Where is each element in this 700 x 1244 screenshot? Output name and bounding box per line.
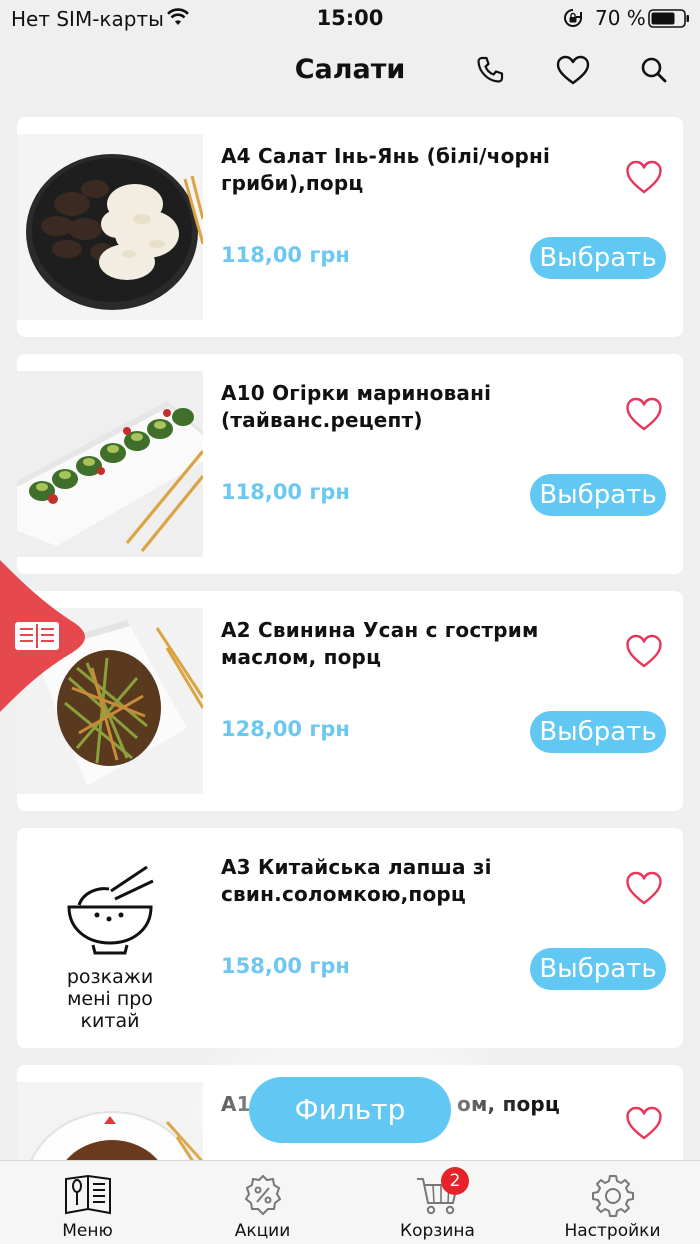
- tab-bar: Меню Акции Корзина Настройки: [0, 1160, 700, 1244]
- tab-label: Акции: [234, 1221, 291, 1241]
- select-button[interactable]: Выбрать: [530, 474, 666, 516]
- tab-settings[interactable]: Настройки: [525, 1161, 700, 1244]
- product-card[interactable]: розкажи мені про китай А3 Китайська лапш…: [17, 828, 683, 1048]
- phone-icon[interactable]: [472, 52, 508, 88]
- product-image: [17, 134, 203, 320]
- product-price: 158,00 грн: [221, 954, 350, 978]
- tab-label: Меню: [62, 1221, 113, 1241]
- product-card[interactable]: А4 Салат Інь-Янь (білі/чорні гриби),порц…: [17, 117, 683, 337]
- menu-book-icon: [64, 1174, 111, 1215]
- select-button[interactable]: Выбрать: [530, 711, 666, 753]
- favorites-heart-icon[interactable]: [555, 52, 591, 88]
- product-card[interactable]: А10 Огірки мариновані (тайванс.рецепт) 1…: [17, 354, 683, 574]
- placeholder-logo: розкажи мені про китай: [17, 845, 203, 1031]
- battery-icon: [648, 9, 689, 28]
- heart-icon[interactable]: [625, 159, 663, 195]
- status-bar: Нет SIM-карты 15:00 70 %: [0, 0, 700, 40]
- rotation-lock-icon: [564, 9, 582, 27]
- logo-line-1: розкажи: [67, 966, 153, 988]
- heart-icon[interactable]: [625, 633, 663, 669]
- tab-label: Корзина: [400, 1221, 475, 1241]
- heart-icon[interactable]: [625, 396, 663, 432]
- product-name: А4 Салат Інь-Янь (білі/чорні гриби),порц: [221, 144, 551, 195]
- book-icon: [15, 622, 59, 650]
- settings-icon: [591, 1175, 634, 1217]
- discount-gear-icon: [244, 1174, 281, 1216]
- cart-badge: 2: [441, 1167, 469, 1195]
- heart-icon[interactable]: [625, 870, 663, 906]
- select-button[interactable]: Выбрать: [530, 237, 666, 279]
- battery-percent: 70 %: [595, 6, 646, 30]
- product-price: 128,00 грн: [221, 717, 350, 741]
- tab-promotions[interactable]: Акции: [175, 1161, 350, 1244]
- catalog-side-tab[interactable]: [0, 560, 86, 712]
- product-card[interactable]: А2 Свинина Усан с гострим маслом, порц 1…: [17, 591, 683, 811]
- page-title: Салати: [294, 54, 406, 85]
- filter-button[interactable]: Фильтр: [249, 1077, 451, 1143]
- product-name: А10 Огірки мариновані (тайванс.рецепт): [221, 381, 492, 432]
- product-image: [17, 371, 203, 557]
- tab-cart[interactable]: Корзина: [350, 1161, 525, 1244]
- product-price: 118,00 грн: [221, 480, 350, 504]
- select-button[interactable]: Выбрать: [530, 948, 666, 990]
- logo-line-3: китай: [81, 1010, 140, 1031]
- logo-line-2: мені про: [67, 988, 153, 1010]
- heart-icon[interactable]: [625, 1105, 663, 1141]
- product-price: 118,00 грн: [221, 243, 350, 267]
- product-name: А3 Китайська лапша зі свин.соломкою,порц: [221, 855, 492, 906]
- product-name: А2 Свинина Усан с гострим маслом, порц: [221, 618, 539, 669]
- search-icon[interactable]: [636, 52, 672, 88]
- tab-label: Настройки: [564, 1221, 661, 1241]
- tab-menu[interactable]: Меню: [0, 1161, 175, 1244]
- page-header: Салати: [0, 40, 700, 104]
